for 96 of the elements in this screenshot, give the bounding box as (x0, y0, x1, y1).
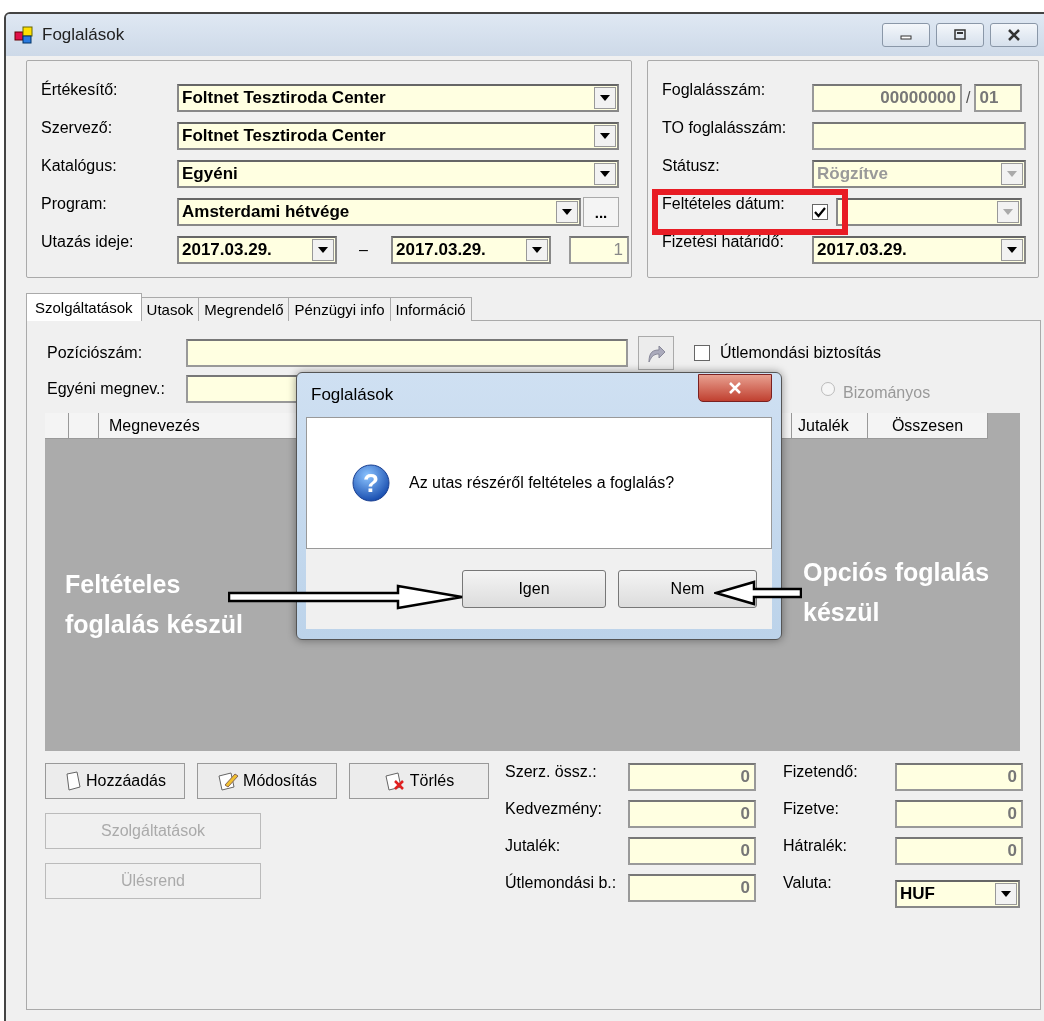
number-separator: / (966, 89, 971, 107)
window-title: Foglalások (42, 25, 125, 45)
field-label: Jutalék: (505, 837, 562, 856)
to-number-field[interactable] (812, 122, 1026, 150)
dropdown-value: Egyéni (181, 164, 239, 184)
annotation-text: Opciós foglalás készül (803, 557, 991, 628)
field-label: Szerz. össz.: (505, 763, 598, 782)
dropdown-value: Foltnet Tesztiroda Center (181, 126, 387, 146)
delete-page-icon (383, 771, 406, 791)
caret-icon (600, 133, 610, 139)
tab[interactable]: Szolgáltatások (26, 293, 142, 321)
date-picker[interactable]: 2017.03.29. (812, 236, 1026, 264)
tab[interactable]: Utasok (140, 297, 200, 321)
radio-label: Bizományos (843, 384, 931, 402)
field-label: Katalógus: (40, 157, 118, 175)
field-label: Útlemondási b.: (505, 874, 618, 893)
question-icon: ? (351, 463, 391, 503)
date-dropdown[interactable] (836, 198, 1022, 226)
field-label: Program: (40, 195, 108, 213)
column-header: Jutalék (792, 413, 868, 439)
caret-icon (600, 171, 610, 177)
field-label: Fizetve: (783, 800, 840, 819)
minimize-button[interactable] (882, 23, 930, 47)
column-header (69, 413, 99, 439)
tab[interactable]: Információ (389, 297, 472, 321)
amount-field[interactable]: 0 (628, 837, 756, 865)
amount-field[interactable]: 0 (628, 800, 756, 828)
column-header: Összesen (868, 413, 988, 439)
field-label: Egyéni megnev.: (46, 380, 166, 398)
amount-field[interactable]: 0 (895, 800, 1023, 828)
action-button[interactable]: Hozzáadás (45, 763, 185, 799)
pencil-icon (217, 771, 240, 791)
field-label: Kedvezmény: (505, 800, 603, 819)
action-button[interactable]: Módosítás (197, 763, 337, 799)
date-value: 2017.03.29. (395, 240, 487, 260)
dropdown-value: HUF (899, 884, 936, 904)
caret-icon (562, 209, 572, 215)
field-label: Pozíciószám: (46, 344, 144, 362)
currency-dropdown[interactable]: HUF (895, 880, 1020, 908)
dropdown-value: Rögzítve (816, 164, 889, 184)
dialog-button[interactable]: Igen (462, 570, 606, 608)
field-label: Státusz: (661, 157, 721, 175)
close-button[interactable] (698, 374, 772, 402)
booking-number-field[interactable]: 00000000 (812, 84, 962, 112)
field-label: Utazás ideje: (40, 233, 135, 251)
dialog-title: Foglalások (310, 385, 394, 405)
amount-field[interactable]: 0 (895, 763, 1023, 791)
position-field[interactable] (186, 339, 628, 367)
amount-field[interactable]: 0 (628, 874, 756, 902)
caret-icon (318, 247, 328, 253)
caret-icon (1007, 247, 1017, 253)
dropdown-value: Foltnet Tesztiroda Center (181, 88, 387, 108)
field-label: Feltételes dátum: (661, 195, 786, 213)
field-label: Hátralék: (783, 837, 849, 856)
dropdown[interactable]: Foltnet Tesztiroda Center (177, 84, 619, 112)
range-separator: – (359, 241, 369, 259)
close-icon (728, 382, 742, 394)
dropdown-value: Amsterdami hétvége (181, 202, 351, 222)
browse-button[interactable]: ... (583, 197, 619, 227)
field-label: Fizetendő: (783, 763, 859, 782)
caret-icon (1001, 891, 1011, 897)
amount-field[interactable]: 0 (628, 763, 756, 791)
caret-icon (1007, 171, 1017, 177)
field-label: Valuta: (783, 874, 833, 893)
dropdown[interactable]: Foltnet Tesztiroda Center (177, 122, 619, 150)
field-label: Foglalásszám: (661, 81, 767, 99)
restore-icon (953, 29, 967, 41)
checkbox-label: Útlemondási biztosítás (720, 344, 881, 362)
maximize-button[interactable] (936, 23, 984, 47)
app-icon (14, 26, 34, 44)
field-label: Szervező: (40, 119, 114, 137)
caret-icon (532, 247, 542, 253)
dropdown[interactable]: Egyéni (177, 160, 619, 188)
close-button[interactable] (990, 23, 1038, 47)
dialog-message: Az utas részéről feltételes a foglalás? (409, 474, 675, 492)
page-icon (63, 771, 82, 791)
amount-field[interactable]: 0 (895, 837, 1023, 865)
annotation-text: Feltételes foglalás készül (65, 569, 244, 640)
action-button[interactable]: Törlés (349, 763, 489, 799)
date-value: 2017.03.29. (181, 240, 273, 260)
row-header-cell (45, 413, 69, 439)
checkbox[interactable] (694, 345, 710, 361)
booking-suffix-field[interactable]: 01 (974, 84, 1023, 112)
field-label: Értékesítő: (40, 81, 119, 99)
dropdown[interactable]: Amsterdami hétvége (177, 198, 581, 226)
date-picker[interactable]: 2017.03.29. (391, 236, 551, 264)
tab[interactable]: Megrendelő (198, 297, 290, 321)
checkbox[interactable] (812, 204, 828, 220)
caret-icon (1003, 209, 1013, 215)
close-icon (1006, 29, 1022, 41)
date-picker[interactable]: 2017.03.29. (177, 236, 337, 264)
tab[interactable]: Pénzügyi info (288, 297, 391, 321)
field-label: TO foglalásszám: (661, 119, 788, 137)
date-value: 2017.03.29. (816, 240, 908, 260)
caret-icon (600, 95, 610, 101)
field-label: Fizetési határidő: (661, 233, 785, 251)
